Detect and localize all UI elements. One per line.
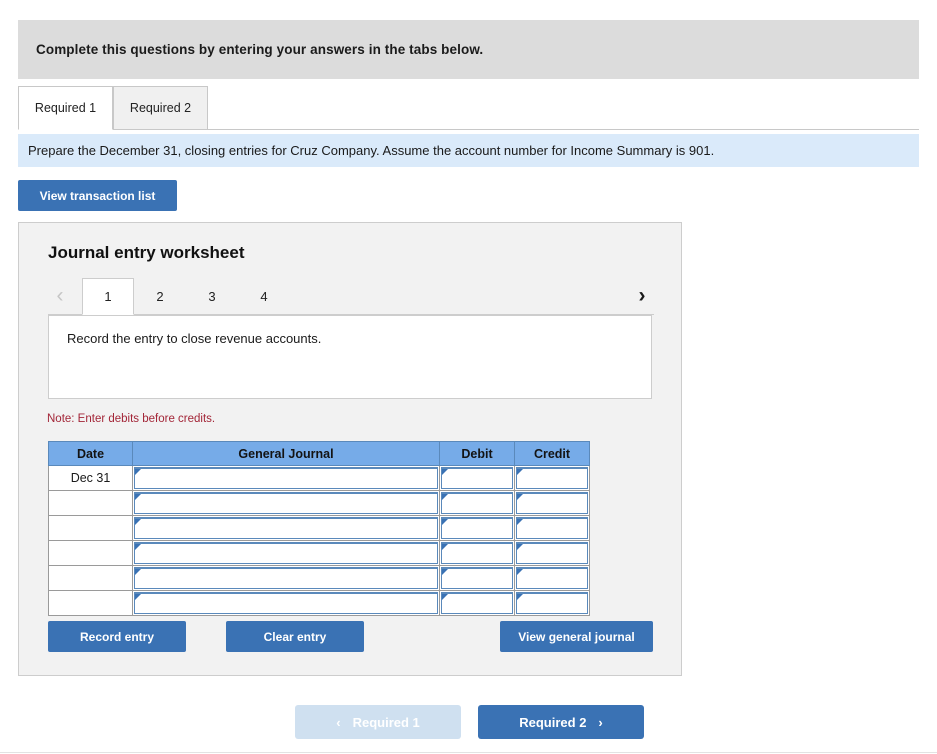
date-cell[interactable]: [48, 490, 133, 516]
entry-page-tab-2[interactable]: 2: [134, 278, 186, 315]
credit-cell[interactable]: [514, 515, 590, 541]
debit-input[interactable]: [441, 541, 513, 564]
chevron-right-icon[interactable]: ›: [630, 280, 654, 310]
date-cell[interactable]: [48, 565, 133, 591]
credit-input[interactable]: [516, 566, 588, 589]
general-journal-cell[interactable]: [132, 590, 440, 616]
chevron-right-icon: ›: [598, 714, 603, 730]
view-transaction-list-button[interactable]: View transaction list: [18, 180, 177, 211]
credit-input[interactable]: [516, 591, 588, 614]
table-row: [48, 490, 590, 516]
nav-prev-required-1-button[interactable]: ‹ Required 1: [295, 705, 461, 739]
date-cell[interactable]: [48, 515, 133, 541]
entry-prompt-text: Record the entry to close revenue accoun…: [67, 331, 322, 346]
debit-input[interactable]: [441, 566, 513, 589]
nav-next-label: Required 2: [519, 714, 587, 730]
nav-prev-label: Required 1: [352, 714, 420, 730]
general-journal-cell[interactable]: [132, 515, 440, 541]
instruction-banner-text: Complete this questions by entering your…: [36, 42, 484, 57]
date-cell[interactable]: [48, 540, 133, 566]
bottom-divider: [0, 752, 937, 753]
credit-input[interactable]: [516, 466, 588, 489]
general-journal-cell[interactable]: [132, 565, 440, 591]
table-row: [48, 540, 590, 566]
debit-input[interactable]: [441, 516, 513, 539]
table-row: [48, 565, 590, 591]
debit-input[interactable]: [441, 491, 513, 514]
account-input[interactable]: [134, 491, 438, 514]
entry-pager: ‹ 1 2 3 4 ›: [48, 278, 654, 315]
chevron-left-icon[interactable]: ‹: [48, 280, 72, 310]
tab-required-2[interactable]: Required 2: [113, 86, 208, 130]
account-input[interactable]: [134, 591, 438, 614]
credit-input[interactable]: [516, 491, 588, 514]
debit-cell[interactable]: [439, 465, 515, 491]
table-header-row: Date General Journal Debit Credit: [48, 441, 590, 466]
credit-cell[interactable]: [514, 590, 590, 616]
column-header-general-journal: General Journal: [132, 441, 440, 466]
entry-page-tab-1[interactable]: 1: [82, 278, 134, 315]
entry-page-tab-3[interactable]: 3: [186, 278, 238, 315]
question-instruction-bar: Prepare the December 31, closing entries…: [18, 134, 919, 167]
worksheet-title: Journal entry worksheet: [48, 243, 245, 262]
debit-cell[interactable]: [439, 490, 515, 516]
question-instruction-text: Prepare the December 31, closing entries…: [28, 143, 715, 158]
nav-next-required-2-button[interactable]: Required 2 ›: [478, 705, 644, 739]
account-input[interactable]: [134, 516, 438, 539]
credit-input[interactable]: [516, 541, 588, 564]
debit-cell[interactable]: [439, 565, 515, 591]
debit-input[interactable]: [441, 591, 513, 614]
tab-required-1[interactable]: Required 1: [18, 86, 113, 130]
debits-before-credits-note: Note: Enter debits before credits.: [47, 413, 216, 425]
general-journal-cell[interactable]: [132, 540, 440, 566]
date-cell[interactable]: Dec 31: [48, 465, 133, 491]
account-input[interactable]: [134, 466, 438, 489]
column-header-date: Date: [48, 441, 133, 466]
general-journal-table: Date General Journal Debit Credit Dec 31: [48, 441, 590, 616]
debit-cell[interactable]: [439, 540, 515, 566]
date-cell[interactable]: [48, 590, 133, 616]
chevron-left-icon: ‹: [336, 714, 341, 730]
general-journal-cell[interactable]: [132, 465, 440, 491]
record-entry-button[interactable]: Record entry: [48, 621, 186, 652]
journal-entry-worksheet-panel: Journal entry worksheet ‹ 1 2 3 4 › Reco…: [18, 222, 682, 676]
credit-cell[interactable]: [514, 490, 590, 516]
entry-page-tab-4[interactable]: 4: [238, 278, 290, 315]
credit-cell[interactable]: [514, 465, 590, 491]
credit-cell[interactable]: [514, 565, 590, 591]
column-header-credit: Credit: [514, 441, 590, 466]
instruction-banner: Complete this questions by entering your…: [18, 20, 919, 79]
table-row: [48, 515, 590, 541]
view-general-journal-button[interactable]: View general journal: [500, 621, 653, 652]
column-header-debit: Debit: [439, 441, 515, 466]
table-row: Dec 31: [48, 465, 590, 491]
debit-input[interactable]: [441, 466, 513, 489]
account-input[interactable]: [134, 566, 438, 589]
general-journal-cell[interactable]: [132, 490, 440, 516]
account-input[interactable]: [134, 541, 438, 564]
clear-entry-button[interactable]: Clear entry: [226, 621, 364, 652]
requirement-tabstrip: Required 1 Required 2: [18, 86, 919, 130]
table-row: [48, 590, 590, 616]
debit-cell[interactable]: [439, 515, 515, 541]
entry-prompt-box: Record the entry to close revenue accoun…: [48, 315, 652, 399]
debit-cell[interactable]: [439, 590, 515, 616]
credit-input[interactable]: [516, 516, 588, 539]
credit-cell[interactable]: [514, 540, 590, 566]
bottom-navigation: ‹ Required 1 Required 2 ›: [0, 705, 937, 743]
